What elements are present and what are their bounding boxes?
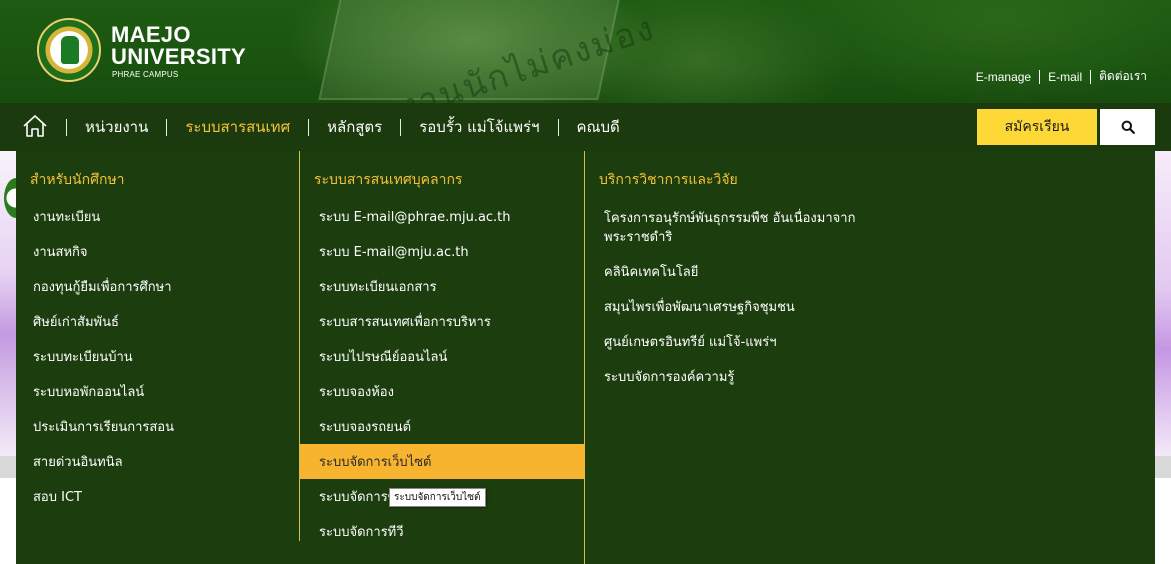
top-link-divider xyxy=(1039,69,1041,84)
menu-item-alumni[interactable]: ศิษย์เก่าสัมพันธ์ xyxy=(33,304,174,339)
top-link-contact[interactable]: ติดต่อเรา xyxy=(1099,67,1147,86)
menu-item-house-registration[interactable]: ระบบทะเบียนบ้าน xyxy=(33,339,174,374)
apply-button[interactable]: สมัครเรียน xyxy=(977,109,1097,145)
nav-divider xyxy=(557,118,559,136)
nav-divider xyxy=(166,118,168,136)
page-left-edge xyxy=(0,151,28,564)
students-menu-list: งานทะเบียน งานสหกิจ กองทุนกู้ยืมเพื่อการ… xyxy=(33,199,174,514)
menu-item-dormitory[interactable]: ระบบหอพักออนไลน์ xyxy=(33,374,174,409)
menu-item-email-mju[interactable]: ระบบ E-mail@mju.ac.th xyxy=(300,234,585,269)
menu-item-teaching-evaluation[interactable]: ประเมินการเรียนการสอน xyxy=(33,409,174,444)
top-link-emanage[interactable]: E-manage xyxy=(976,70,1031,84)
menu-item-email-phrae[interactable]: ระบบ E-mail@phrae.mju.ac.th xyxy=(300,199,585,234)
menu-item-car-booking[interactable]: ระบบจองรถยนต์ xyxy=(300,409,585,444)
menu-item-registration[interactable]: งานทะเบียน xyxy=(33,199,174,234)
column-heading-students: สำหรับนักศึกษา xyxy=(30,172,125,188)
banner-edge-right xyxy=(1155,151,1171,456)
menu-item-technology-clinic[interactable]: คลินิคเทคโนโลยี xyxy=(604,254,864,289)
column-heading-staff: ระบบสารสนเทศบุคลากร xyxy=(314,172,463,188)
top-link-email[interactable]: E-mail xyxy=(1048,70,1082,84)
menu-item-online-post[interactable]: ระบบไปรษณีย์ออนไลน์ xyxy=(300,339,585,374)
brand-line2: UNIVERSITY xyxy=(111,44,247,69)
search-icon xyxy=(1121,120,1135,134)
brand-line1: MAEJO xyxy=(111,22,191,47)
logo-emblem-icon xyxy=(61,36,79,64)
top-links: E-manage E-mail ติดต่อเรา xyxy=(976,67,1147,86)
nav-item-dean[interactable]: คณบดี xyxy=(559,103,638,151)
banner-white-band xyxy=(0,478,16,564)
menu-item-management-info[interactable]: ระบบสารสนเทศเพื่อการบริหาร xyxy=(300,304,585,339)
menu-item-room-booking[interactable]: ระบบจองห้อง xyxy=(300,374,585,409)
nav-divider xyxy=(400,118,402,136)
services-menu-list: โครงการอนุรักษ์พันธุกรรมพืช อันเนื่องมาจ… xyxy=(604,199,864,394)
nav-divider xyxy=(66,118,67,136)
site-header: งานนักไม่คงม่อง MAEJO UNIVERSITY PHRAE C… xyxy=(0,0,1171,103)
menu-item-coop[interactable]: งานสหกิจ xyxy=(33,234,174,269)
menu-item-hotline[interactable]: สายด่วนอินทนิล xyxy=(33,444,174,479)
nav-item-campus-news[interactable]: รอบรั้ว แม่โจ้แพร่ฯ xyxy=(401,103,557,151)
menu-item-ict-exam[interactable]: สอบ ICT xyxy=(33,479,174,514)
menu-item-herbs[interactable]: สมุนไพรเพื่อพัฒนาเศรษฐกิจชุมชน xyxy=(604,289,864,324)
banner-gray-band xyxy=(0,456,16,478)
home-icon[interactable] xyxy=(22,114,48,138)
nav-item-curriculum[interactable]: หลักสูตร xyxy=(309,103,400,151)
university-logo[interactable] xyxy=(37,18,101,82)
menu-item-student-loan[interactable]: กองทุนกู้ยืมเพื่อการศึกษา xyxy=(33,269,174,304)
nav-divider xyxy=(308,118,310,136)
nav-item-departments[interactable]: หน่วยงาน xyxy=(67,103,166,151)
nav-item-information-systems[interactable]: ระบบสารสนเทศ xyxy=(167,103,308,151)
menu-item-plant-genetics[interactable]: โครงการอนุรักษ์พันธุกรรมพืช อันเนื่องมาจ… xyxy=(604,199,864,254)
banner-white-band xyxy=(1155,478,1171,564)
menu-item-website-management[interactable]: ระบบจัดการเว็บไซต์ xyxy=(300,444,585,479)
banner-gray-band xyxy=(1155,456,1171,478)
hover-tooltip: ระบบจัดการเว็บไซต์ xyxy=(389,488,486,507)
brand-name[interactable]: MAEJO UNIVERSITY xyxy=(111,24,246,68)
information-systems-dropdown: สำหรับนักศึกษา งานทะเบียน งานสหกิจ กองทุ… xyxy=(16,151,1155,564)
menu-item-knowledge-management[interactable]: ระบบจัดการองค์ความรู้ xyxy=(604,359,864,394)
page-right-edge xyxy=(1155,151,1171,564)
top-link-divider xyxy=(1090,69,1092,84)
menu-item-tv-management[interactable]: ระบบจัดการทีวี xyxy=(300,514,585,549)
column-heading-services: บริการวิชาการและวิจัย xyxy=(599,172,738,188)
menu-item-organic-agriculture[interactable]: ศูนย์เกษตรอินทรีย์ แม่โจ้-แพร่ฯ xyxy=(604,324,864,359)
nav-items: หน่วยงาน ระบบสารสนเทศ หลักสูตร รอบรั้ว แ… xyxy=(66,103,638,151)
brand-subtitle: PHRAE CAMPUS xyxy=(112,70,179,79)
search-button[interactable] xyxy=(1100,109,1155,145)
menu-item-document-registry[interactable]: ระบบทะเบียนเอกสาร xyxy=(300,269,585,304)
